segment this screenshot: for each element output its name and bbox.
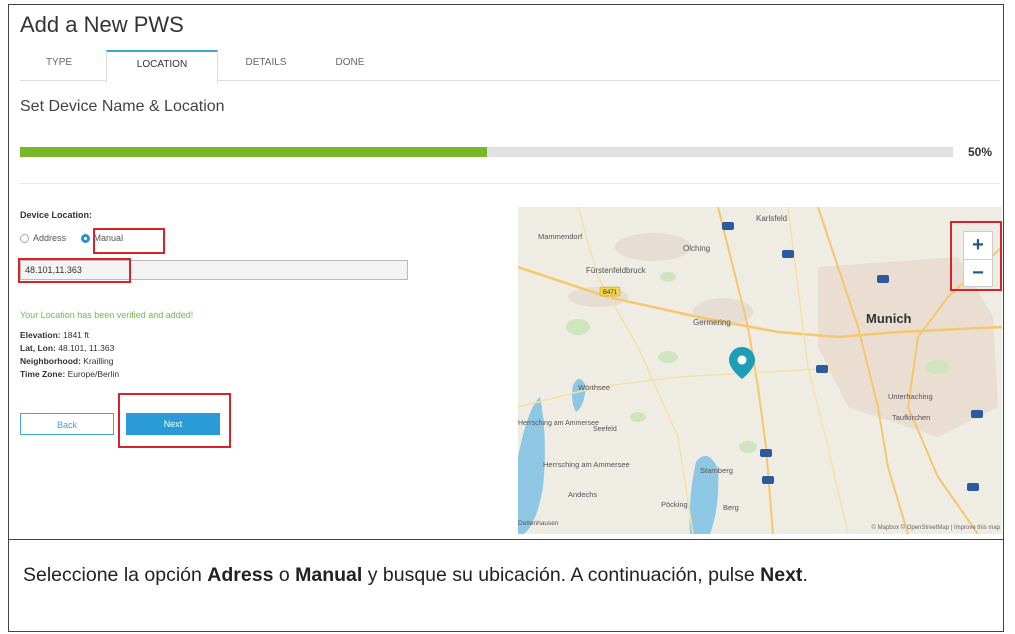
tab-type[interactable]: TYPE <box>20 50 98 78</box>
neighborhood-label: Neighborhood: <box>20 356 81 366</box>
manual-highlight-box <box>93 228 165 254</box>
park-area <box>630 412 646 422</box>
map-label-karlsfeld: Karlsfeld <box>756 214 787 223</box>
caption-text-4: . <box>802 564 808 586</box>
address-radio[interactable] <box>20 234 29 244</box>
park-area <box>566 319 590 335</box>
map-label-munich: Munich <box>866 311 912 326</box>
highway-shield <box>816 365 828 373</box>
address-radio-label: Address <box>33 233 67 243</box>
progress-fill <box>20 147 487 157</box>
next-highlight-box <box>118 393 231 448</box>
map-label-fuerstenfeldbruck: Fürstenfeldbruck <box>586 266 647 275</box>
caption-bold-address: Adress <box>207 564 274 586</box>
park-area <box>926 360 950 374</box>
road-badge-label: B471 <box>603 290 618 296</box>
map-label-taufkirchen: Taufkirchen <box>892 413 930 422</box>
park-area <box>658 351 678 363</box>
highway-shield <box>971 410 983 418</box>
highway-shield <box>967 483 979 491</box>
manual-radio[interactable] <box>80 234 90 244</box>
tab-done[interactable]: DONE <box>315 50 385 78</box>
park-area <box>660 272 676 282</box>
map-label-andechs: Andechs <box>568 490 597 499</box>
map-label-dettenhausen: Dettenhausen <box>518 520 559 527</box>
back-button[interactable]: Back <box>20 413 114 435</box>
address-radio-option[interactable]: Address <box>20 233 69 244</box>
zoom-highlight-box <box>950 221 1002 291</box>
map-label-germering: Germering <box>693 318 731 327</box>
tab-details[interactable]: DETAILS <box>226 50 306 78</box>
latlon-row: Lat, Lon: 48.101, 11.363 <box>20 343 114 353</box>
neighborhood-value: Krailling <box>83 356 114 366</box>
map-label-pocking: Pöcking <box>661 500 688 509</box>
instruction-caption: Seleccione la opción Adress o Manual y b… <box>8 540 1004 632</box>
highway-shield <box>782 250 794 258</box>
map-canvas[interactable]: B471 Karlsfeld Mammendorf Olching Fürste… <box>518 207 1002 534</box>
caption-bold-manual: Manual <box>295 564 363 586</box>
device-location-label: Device Location: <box>20 210 93 220</box>
page-title: Add a New PWS <box>20 12 184 37</box>
section-title: Set Device Name & Location <box>20 98 225 115</box>
progress-percent: 50% <box>968 145 993 159</box>
timezone-value: Europe/Berlin <box>67 369 120 379</box>
latlon-label: Lat, Lon: <box>20 343 56 353</box>
map-label-unterhaching: Unterhaching <box>888 392 933 401</box>
highway-shield <box>877 275 889 283</box>
elevation-row: Elevation: 1841 ft <box>20 330 89 340</box>
map-label-herrsching-b: Herrsching am Ammersee <box>543 460 630 469</box>
verified-message: Your Location has been verified and adde… <box>20 310 194 320</box>
map-label-woerthsee: Wörthsee <box>578 383 610 392</box>
latlon-value: 48.101, 11.363 <box>58 343 115 353</box>
caption-text-2: o <box>273 564 296 586</box>
urban-area <box>615 233 691 261</box>
park-area <box>739 441 757 453</box>
map-label-mammendorf: Mammendorf <box>538 232 583 241</box>
map-label-olching: Olching <box>683 244 710 253</box>
caption-text-3: y busque su ubicación. A continuación, p… <box>362 564 761 586</box>
divider <box>20 183 1000 184</box>
map-attribution[interactable]: © Mapbox © OpenStreetMap | Improve this … <box>872 524 1001 531</box>
caption-text-1: Seleccione la opción <box>23 564 208 586</box>
timezone-row: Time Zone: Europe/Berlin <box>20 369 119 379</box>
highway-shield <box>760 449 772 457</box>
highway-shield <box>762 476 774 484</box>
tab-location[interactable]: LOCATION <box>106 50 218 83</box>
map-label-seefeld: Seefeld <box>593 426 617 433</box>
caption-bold-next: Next <box>760 564 803 586</box>
location-map[interactable]: B471 Karlsfeld Mammendorf Olching Fürste… <box>518 207 1002 534</box>
map-label-berg: Berg <box>723 503 739 512</box>
progress-bar <box>20 147 953 157</box>
elevation-value: 1841 ft <box>63 330 89 340</box>
tab-bar: TYPE LOCATION DETAILS DONE <box>20 50 1000 83</box>
map-label-herrsching-a: Herrsching am Ammersee <box>518 420 599 427</box>
coordinates-highlight-box <box>18 258 131 283</box>
timezone-label: Time Zone: <box>20 369 66 379</box>
map-label-starnberg: Starnberg <box>700 466 733 475</box>
neighborhood-row: Neighborhood: Krailling <box>20 356 114 366</box>
highway-shield <box>722 222 734 230</box>
elevation-label: Elevation: <box>20 330 61 340</box>
